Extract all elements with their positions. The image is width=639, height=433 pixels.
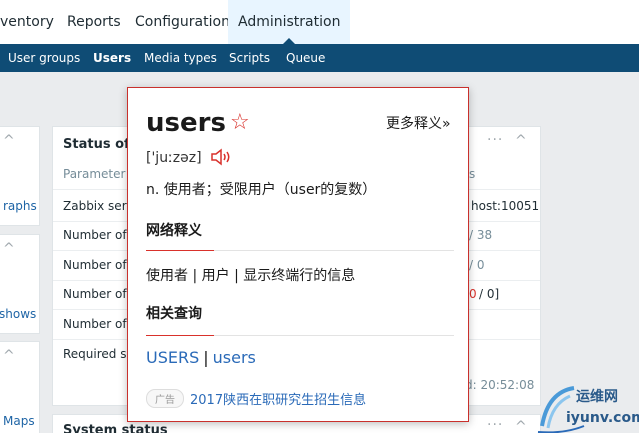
submenu-scripts[interactable]: Scripts — [229, 44, 270, 72]
widget-menu-icon[interactable]: ··· — [487, 417, 503, 433]
widget-title: System status — [63, 423, 168, 433]
section-related-title: 相关查询 — [146, 306, 202, 322]
top-menu: ventory Reports Configuration Administra… — [0, 0, 639, 44]
column-header: Parameter — [63, 167, 126, 181]
section-divider — [214, 250, 454, 251]
headword: users — [146, 108, 226, 138]
related-link-lower[interactable]: users — [213, 348, 256, 367]
section-underline — [146, 335, 214, 336]
collapse-icon[interactable]: ^ — [3, 133, 15, 149]
updated-time: d: 20:52:08 — [465, 378, 535, 392]
menu-reports[interactable]: Reports — [67, 0, 121, 44]
row-value: host:10051 — [471, 199, 540, 213]
graphs-link[interactable]: raphs — [3, 199, 37, 213]
menu-administration[interactable]: Administration — [228, 0, 351, 44]
related-separator: | — [203, 348, 209, 367]
section-underline — [146, 250, 214, 251]
widget-menu-icon[interactable]: ··· — [487, 132, 503, 148]
speaker-icon[interactable] — [210, 148, 232, 166]
submenu-users[interactable]: Users — [93, 44, 131, 72]
related-link-upper[interactable]: USERS — [146, 348, 199, 367]
slideshows-link[interactable]: shows — [0, 307, 36, 321]
menu-administration-label: Administration — [238, 14, 341, 30]
web-definition: 使用者 | 用户 | 显示终端行的信息 — [146, 268, 356, 284]
collapse-icon[interactable]: ^ — [515, 133, 527, 149]
section-web-title: 网络释义 — [146, 223, 202, 239]
collapse-icon[interactable]: ^ — [515, 419, 527, 433]
collapse-icon[interactable]: ^ — [3, 241, 15, 257]
left-widget-1: ^ raphs — [0, 126, 40, 226]
watermark-url: iyunv.com — [566, 410, 639, 426]
more-definitions-link[interactable]: 更多释义» — [386, 113, 451, 133]
maps-link[interactable]: Maps — [3, 414, 35, 428]
left-widget-3: ^ Maps — [0, 341, 40, 433]
submenu-queue[interactable]: Queue — [286, 44, 325, 72]
menu-inventory[interactable]: ventory — [0, 0, 54, 44]
dictionary-popup: users ☆ 更多释义» ['juːzəz] n. 使用者；受限用户（user… — [127, 87, 469, 422]
definition: n. 使用者；受限用户（user的复数） — [146, 182, 377, 198]
section-divider — [214, 335, 454, 336]
column-header: s — [469, 167, 476, 181]
left-widget-2: ^ shows — [0, 234, 40, 334]
row-value: / 0] — [479, 287, 500, 301]
ad-badge: 广告 — [146, 389, 184, 408]
row-value-problem: 0 — [469, 287, 477, 301]
submenu-user-groups[interactable]: User groups — [8, 44, 80, 72]
submenu-media-types[interactable]: Media types — [144, 44, 217, 72]
sub-menu: User groups Users Media types Scripts Qu… — [0, 44, 639, 72]
related-queries: USERS | users — [146, 348, 256, 367]
collapse-icon[interactable]: ^ — [3, 348, 15, 364]
phonetic: ['juːzəz] — [146, 150, 202, 166]
star-icon[interactable]: ☆ — [230, 110, 250, 135]
ad-link[interactable]: 2017陕西在职研究生招生信息 — [190, 389, 366, 408]
row-value: / 0 — [469, 258, 485, 272]
row-value: / 38 — [469, 228, 493, 242]
menu-configuration[interactable]: Configuration — [135, 0, 230, 44]
watermark-text: 运维网 — [576, 389, 618, 405]
